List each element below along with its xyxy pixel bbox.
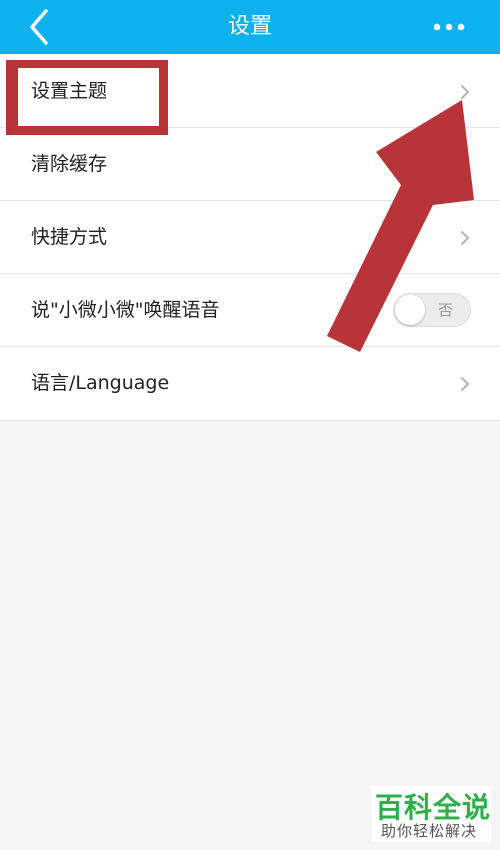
toggle-knob xyxy=(395,295,425,325)
toggle-state-text: 否 xyxy=(438,301,454,319)
setting-label: 语言/Language xyxy=(31,372,170,394)
back-button[interactable] xyxy=(22,7,62,47)
setting-row-shortcut[interactable]: 快捷方式 xyxy=(0,201,500,274)
chevron-right-icon xyxy=(461,377,469,391)
settings-screen: 设置 设置主题 清除缓存 快捷方式 说"小微小微"唤醒语音 否 语言/Langu… xyxy=(0,0,500,850)
chevron-left-icon xyxy=(30,9,48,45)
setting-row-clear-cache[interactable]: 清除缓存 xyxy=(0,128,500,201)
setting-row-wake-voice: 说"小微小微"唤醒语音 否 xyxy=(0,274,500,347)
more-button[interactable] xyxy=(428,10,470,44)
wake-voice-toggle[interactable]: 否 xyxy=(393,293,471,327)
chevron-right-icon xyxy=(461,231,469,245)
setting-label: 说"小微小微"唤醒语音 xyxy=(31,299,220,321)
settings-list: 设置主题 清除缓存 快捷方式 说"小微小微"唤醒语音 否 语言/Language xyxy=(0,55,500,421)
page-title: 设置 xyxy=(227,14,272,39)
header-bar: 设置 xyxy=(0,0,500,54)
setting-label: 设置主题 xyxy=(31,80,108,102)
watermark-subtitle: 助你轻松解决 xyxy=(381,822,478,840)
setting-row-theme[interactable]: 设置主题 xyxy=(0,55,500,128)
setting-label: 清除缓存 xyxy=(31,153,108,175)
more-dots-icon xyxy=(433,23,465,31)
watermark-logo: 百科全说 助你轻松解决 xyxy=(371,786,491,842)
setting-row-language[interactable]: 语言/Language xyxy=(0,347,500,421)
setting-label: 快捷方式 xyxy=(31,226,108,248)
chevron-right-icon xyxy=(461,85,469,99)
